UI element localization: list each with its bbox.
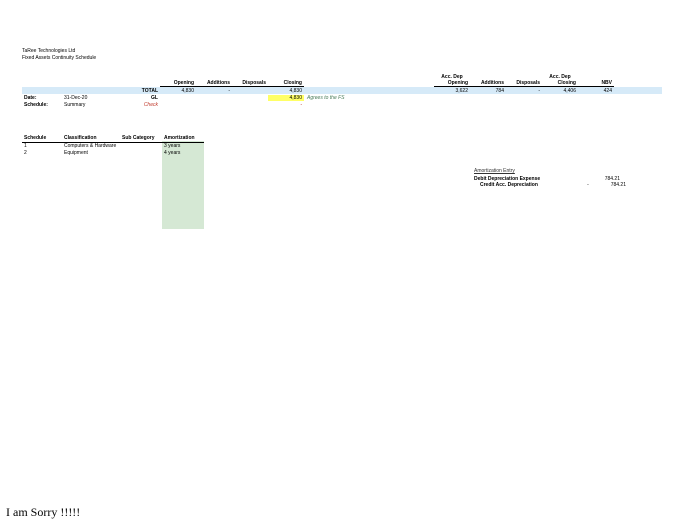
total-acc-close: 4,406 xyxy=(542,88,578,95)
header-row: Opening Additions Disposals Closing Open… xyxy=(22,80,662,87)
schedule-row: 2 Equipment 4 years xyxy=(22,150,204,157)
amort-credit-row: Credit Acc. Depreciation - 784.21 xyxy=(474,182,626,189)
col-closing: Closing xyxy=(268,80,304,88)
schedule-table: Schedule Classification Sub Category Amo… xyxy=(22,135,204,157)
check-label: Check xyxy=(122,102,160,109)
fs-note: Agrees to the FS xyxy=(304,95,434,102)
continuity-grid: Acc. Dep Acc. Dep Opening Additions Disp… xyxy=(22,73,662,108)
schedule-header: Schedule Classification Sub Category Amo… xyxy=(22,135,204,143)
total-label: TOTAL xyxy=(122,88,160,95)
total-acc-open: 3,622 xyxy=(434,88,470,95)
total-opening: 4,830 xyxy=(160,88,196,95)
sorry-caption: I am Sorry !!!!! xyxy=(6,505,80,520)
sr-num: 2 xyxy=(22,150,62,157)
worksheet: TaRee Technologies Ltd Fixed Assets Cont… xyxy=(22,48,662,108)
col-acc-close: Closing xyxy=(542,80,578,88)
total-closing: 4,830 xyxy=(268,88,304,95)
sh-sub: Sub Category xyxy=(120,135,162,143)
total-acc-disp: - xyxy=(506,88,542,95)
sr-class: Equipment xyxy=(62,150,120,157)
col-additions: Additions xyxy=(196,80,232,88)
schedule-meta-row: Schedule: Summary Check - xyxy=(22,101,662,108)
date-value: 31-Dec-20 xyxy=(62,95,122,102)
total-acc-add: 784 xyxy=(470,88,506,95)
schedule-value: Summary xyxy=(62,102,122,109)
gl-closing: 4,830 xyxy=(268,95,304,102)
check-closing: - xyxy=(268,102,304,109)
amortization-entry: Amortization Entry Debit Depreciation Ex… xyxy=(474,168,626,189)
sr-amort: 3 years xyxy=(162,143,204,150)
col-acc-open: Opening xyxy=(434,80,470,88)
date-label: Date: xyxy=(22,95,62,102)
total-row: TOTAL 4,830 - 4,830 3,622 784 - 4,406 42… xyxy=(22,87,662,94)
gl-row: Date: 31-Dec-20 GL 4,830 Agrees to the F… xyxy=(22,94,662,101)
sr-class: Computers & Hardware xyxy=(62,143,120,150)
sh-class: Classification xyxy=(62,135,120,143)
report-title: Fixed Assets Continuity Schedule xyxy=(22,55,662,62)
amort-credit-label: Credit Acc. Depreciation xyxy=(474,182,580,189)
sh-schedule: Schedule xyxy=(22,135,62,143)
col-acc-add: Additions xyxy=(470,80,506,88)
col-acc-disp: Disposals xyxy=(506,80,542,88)
col-nbv: NBV xyxy=(578,80,614,88)
amort-credit-value: 784.21 xyxy=(596,182,626,189)
col-disposals: Disposals xyxy=(232,80,268,88)
amort-title: Amortization Entry xyxy=(474,168,626,175)
schedule-label: Schedule: xyxy=(22,102,62,109)
schedule-row: 1 Computers & Hardware 3 years xyxy=(22,143,204,150)
gl-label: GL xyxy=(122,95,160,102)
amort-neg-sign: - xyxy=(580,182,596,189)
sh-amort: Amortization xyxy=(162,135,204,143)
total-nbv: 424 xyxy=(578,88,614,95)
sr-num: 1 xyxy=(22,143,62,150)
sr-amort: 4 years xyxy=(162,150,204,157)
total-additions: - xyxy=(196,88,232,95)
col-opening: Opening xyxy=(160,80,196,88)
